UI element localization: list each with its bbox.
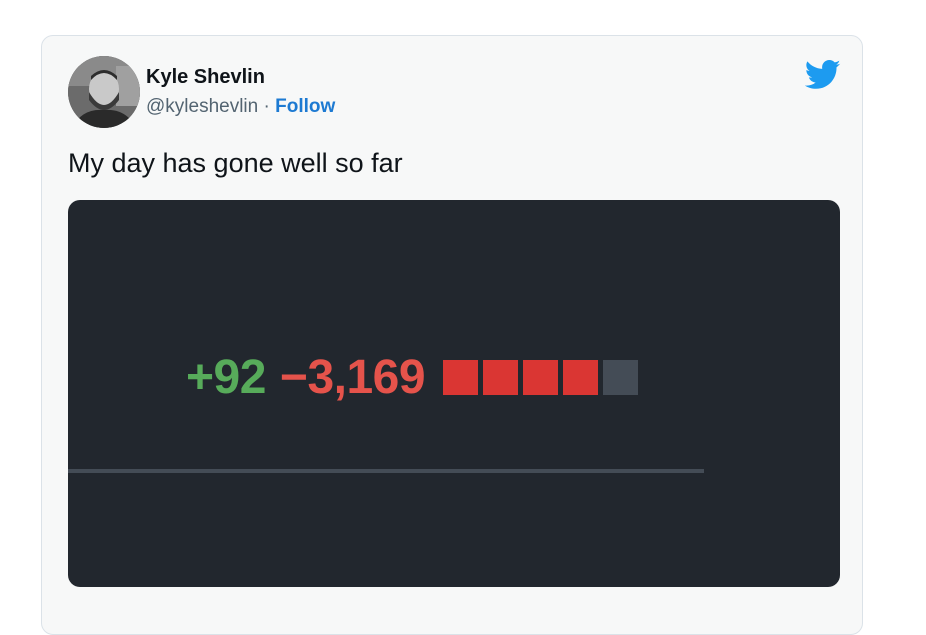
- handle-separator: ·: [258, 96, 276, 117]
- avatar[interactable]: [68, 56, 140, 128]
- diff-summary: +92 −3,169: [186, 350, 643, 405]
- author-handle[interactable]: @kyleshevlin: [146, 96, 258, 117]
- diffstat-square-deletion: [483, 360, 519, 395]
- follow-button[interactable]: Follow: [275, 96, 335, 117]
- author-name[interactable]: Kyle Shevlin: [146, 66, 265, 89]
- tweet-card[interactable]: Kyle Shevlin @kyleshevlin · Follow My da…: [41, 35, 863, 635]
- additions-count: +92: [186, 351, 266, 404]
- diffstat-square-deletion: [443, 360, 479, 395]
- tweet-media-image[interactable]: +92 −3,169: [68, 200, 840, 587]
- twitter-bird-icon[interactable]: [804, 60, 841, 90]
- divider-line: [68, 469, 704, 473]
- diffstat-square-neutral: [603, 360, 639, 395]
- diffstat-square-deletion: [523, 360, 559, 395]
- diffstat-square-deletion: [563, 360, 599, 395]
- handle-line: @kyleshevlin · Follow: [146, 96, 335, 118]
- tweet-text: My day has gone well so far: [68, 148, 403, 178]
- deletions-count: −3,169: [279, 351, 426, 404]
- avatar-photo-icon: [68, 56, 140, 128]
- diffstat-bar: [443, 360, 643, 395]
